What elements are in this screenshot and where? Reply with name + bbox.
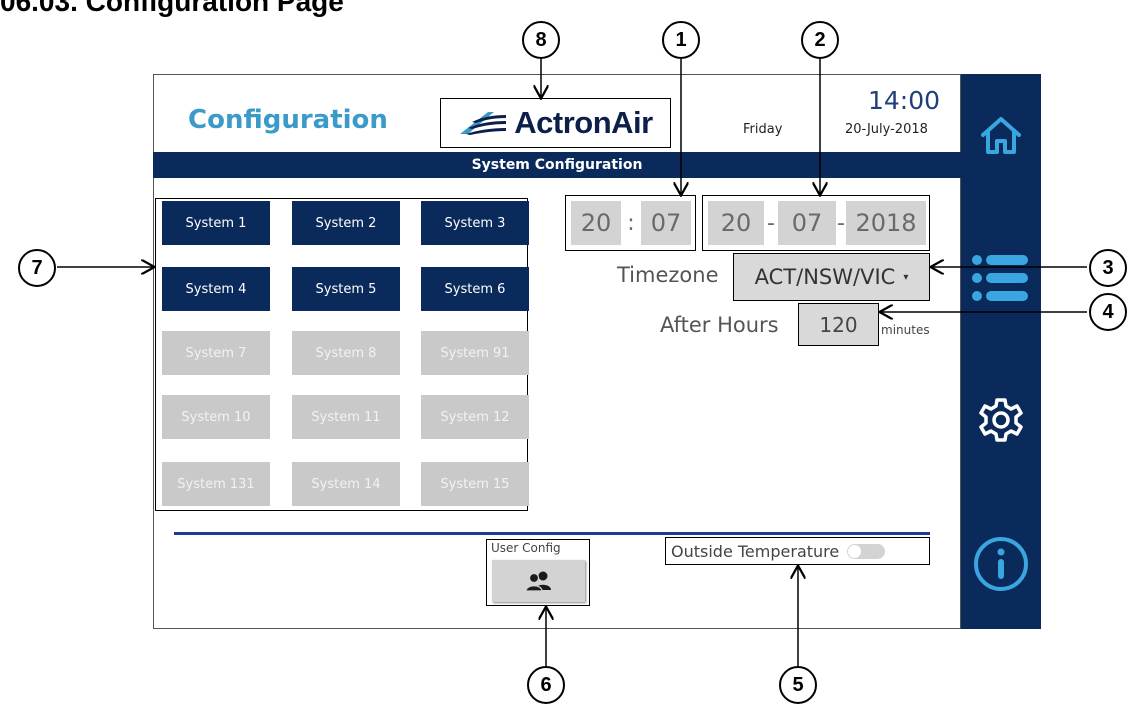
callout-2: 2 — [801, 21, 839, 59]
callout-5: 5 — [779, 666, 817, 704]
callout-3: 3 — [1089, 249, 1127, 287]
callout-arrows — [57, 59, 1087, 668]
callout-8: 8 — [522, 21, 560, 59]
callout-4: 4 — [1089, 293, 1127, 331]
callout-6: 6 — [527, 666, 565, 704]
callout-7: 7 — [18, 249, 56, 287]
callout-1: 1 — [662, 21, 700, 59]
